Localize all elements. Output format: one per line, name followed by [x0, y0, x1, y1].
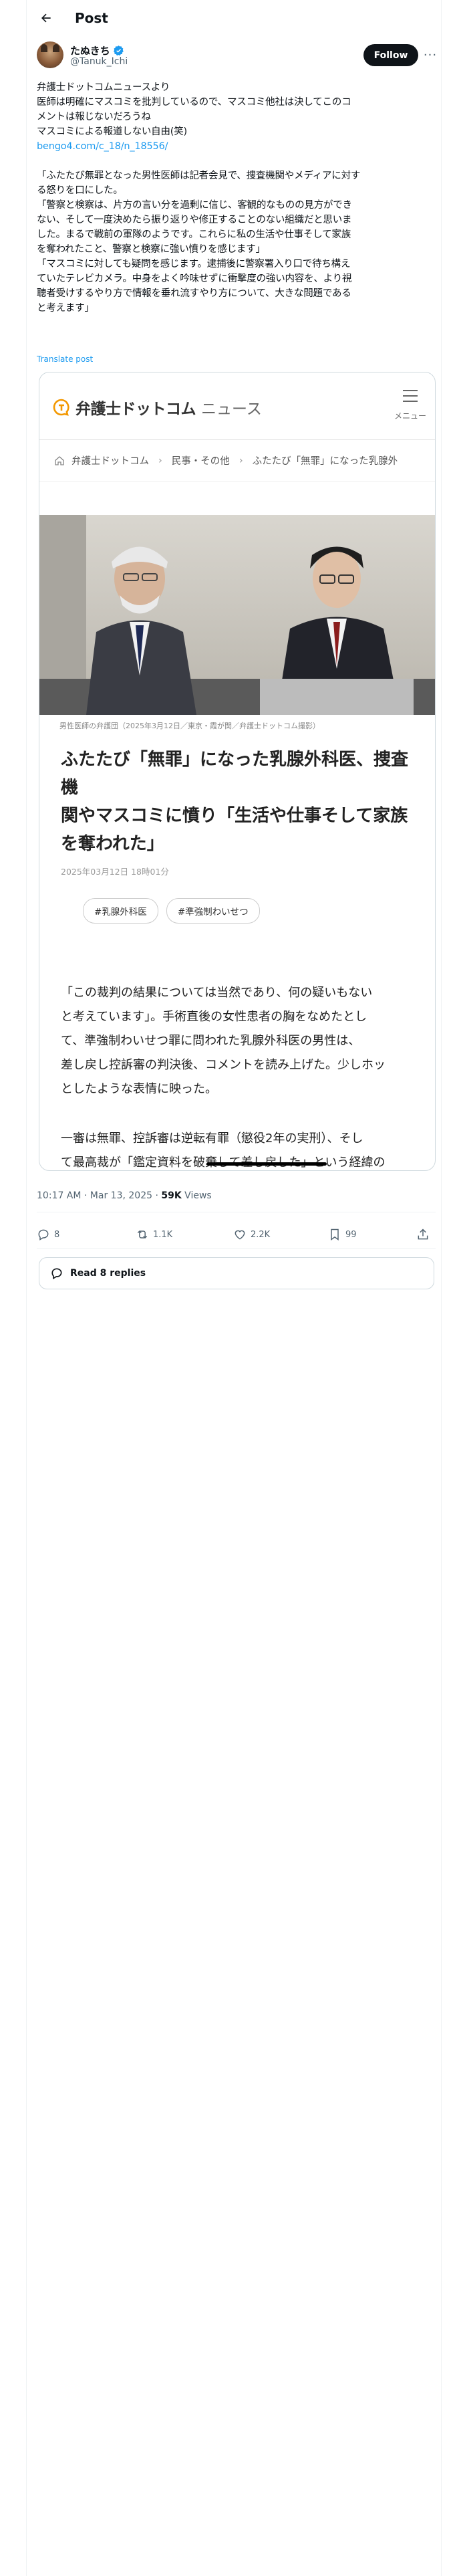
logo-text-news: ニュース — [201, 401, 262, 418]
like-button[interactable]: 2.2K — [233, 1222, 270, 1247]
article-title: ふたたび「無罪」になった乳腺外科医、捜査機 関やマスコミに憤り「生活や仕事そして… — [61, 746, 422, 858]
home-icon — [55, 455, 64, 465]
arrow-left-icon — [41, 13, 51, 22]
tweet-link[interactable]: bengo4.com/c_18/n_18556/ — [37, 139, 438, 154]
tag-chip: #準強制わいせつ — [166, 898, 260, 924]
bookmark-icon — [331, 1228, 339, 1241]
author-name[interactable]: たぬきち — [70, 43, 110, 58]
site-logo: 弁護士ドットコム ニュース — [53, 396, 262, 419]
article-tags: #乳腺外科医 #準強制わいせつ — [83, 898, 260, 924]
reply-count: 8 — [54, 1229, 60, 1240]
read-replies-button[interactable]: Read 8 replies — [39, 1257, 434, 1289]
tag-chip: #乳腺外科医 — [83, 898, 158, 924]
tweet-line: 「警察と検察は、片方の言い分を過剰に信じ、客観的なものの見方ができ — [37, 200, 352, 211]
column-border-left — [26, 0, 27, 2576]
author-name-group[interactable]: たぬきち — [70, 43, 124, 58]
article-paragraph: 「この裁判の結果については当然であり、何の疑いもない と考えています」。手術直後… — [61, 981, 425, 1101]
follow-button[interactable]: Follow — [363, 44, 418, 66]
chevron-right-icon: › — [239, 455, 243, 466]
views-count: 59K — [161, 1190, 182, 1201]
tweet-text: 弁護士ドットコムニュースより 医師は明確にマスコミを批判しているので、マスコミ他… — [37, 80, 438, 316]
chevron-right-icon: › — [158, 455, 162, 466]
top-bar: Post — [27, 0, 441, 35]
article-title-line: 関やマスコミに憤り「生活や仕事そして家族 — [61, 806, 408, 826]
action-bar: 8 1.1K 2.2K 99 — [37, 1222, 436, 1247]
repost-icon — [137, 1230, 148, 1239]
comment-icon — [51, 1268, 62, 1279]
page-title: Post — [75, 9, 108, 26]
bookmark-count: 99 — [345, 1229, 357, 1240]
reply-icon — [38, 1229, 49, 1241]
post-meta: 10:17 AM · Mar 13, 2025 · 59K Views — [37, 1190, 212, 1201]
share-icon — [418, 1228, 428, 1240]
views-label: Views — [184, 1190, 212, 1201]
translate-post-link[interactable]: Translate post — [37, 354, 93, 364]
divider — [37, 1248, 436, 1249]
tweet-line: マスコミによる報道しない自由(笑) — [37, 126, 187, 137]
paragraph-line: 差し戻し控訴審の判決後、コメントを読み上げた。少しホッ — [61, 1058, 386, 1072]
home-indicator — [206, 1162, 327, 1166]
site-menu-button: メニュー — [394, 386, 427, 427]
more-options-button[interactable]: ··· — [421, 45, 440, 64]
tweet-line: と考えます」 — [37, 303, 94, 314]
article-title-line: ふたたび「無罪」になった乳腺外科医、捜査機 — [61, 750, 409, 798]
tweet-line: 「マスコミに対しても疑問を感じます。逮捕後に警察署入り口で待ち構え — [37, 259, 351, 270]
site-header: 弁護士ドットコム ニュース メニュー — [39, 372, 435, 440]
repost-count: 1.1K — [153, 1229, 173, 1240]
post-time[interactable]: 10:17 AM · Mar 13, 2025 — [37, 1190, 152, 1201]
hamburger-icon — [403, 390, 418, 402]
tweet-line: 弁護士ドットコムニュースより — [37, 82, 170, 93]
post-page: Post たぬきち @Tanuk_Ichi Follow ··· 弁護士ドットコ… — [0, 0, 451, 2576]
tweet-line: した。まるで戦前の軍隊のようです。これらに私の生活や仕事そして家族 — [37, 229, 351, 240]
paragraph-line: 一審は無罪、控訴審は逆転有罪（懲役2年の実刑）、そし — [61, 1132, 363, 1146]
share-button[interactable] — [416, 1222, 430, 1247]
verified-badge-icon — [113, 45, 124, 56]
article-date: 2025年03月12日 18時01分 — [61, 867, 169, 877]
repost-button[interactable]: 1.1K — [136, 1222, 172, 1247]
paragraph-line: て、準強制わいせつ罪に問われた乳腺外科医の男性は、 — [61, 1034, 361, 1048]
paragraph-line: て最高裁が「鑑定資料を破棄して差し戻した」という経緯の — [61, 1151, 425, 1170]
breadcrumb: 弁護士ドットコム › 民事・その他 › ふたたび「無罪」になった乳腺外 — [39, 440, 435, 481]
photo-caption: 男性医師の弁護団（2025年3月12日／東京・霞が関／弁護士ドットコム撮影） — [59, 722, 320, 730]
embedded-article-image[interactable]: 弁護士ドットコム ニュース メニュー 弁護士ドットコム › 民事・その他 › ふ… — [39, 372, 436, 1171]
breadcrumb-item: 弁護士ドットコム — [71, 456, 149, 467]
tweet-line: 「ふたたび無罪となった男性医師は記者会見で、捜査機関やメディアに対す — [37, 171, 361, 181]
reply-button[interactable]: 8 — [37, 1222, 59, 1247]
paragraph-line: 「この裁判の結果については当然であり、何の疑いもない — [61, 986, 373, 1000]
heart-icon — [235, 1230, 245, 1240]
breadcrumb-item: 民事・その他 — [171, 456, 230, 467]
paragraph-line: と考えています」。手術直後の女性患者の胸をなめたとし — [61, 1010, 367, 1024]
tweet-line: ていたテレビカメラ。中身をよく吟味せずに衝撃度の強い内容を、より視 — [37, 274, 352, 284]
press-conference-photo — [39, 515, 435, 715]
avatar-ear-left — [41, 44, 47, 52]
tweet-line: 聴者受けするやり方で情報を垂れ流すやり方について、大きな問題である — [37, 288, 351, 299]
breadcrumb-item: ふたたび「無罪」になった乳腺外 — [252, 456, 398, 467]
avatar[interactable] — [37, 41, 63, 68]
menu-label: メニュー — [394, 411, 426, 421]
read-replies-label: Read 8 replies — [70, 1268, 146, 1279]
like-count: 2.2K — [251, 1229, 271, 1240]
author-handle[interactable]: @Tanuk_Ichi — [70, 56, 128, 67]
tweet-line: 医師は明確にマスコミを批判しているので、マスコミ他社は決してこのコ — [37, 97, 351, 108]
logo-text: 弁護士ドットコム — [76, 401, 196, 418]
article-title-line: を奪われた」 — [61, 834, 164, 854]
column-border-right — [441, 0, 442, 2576]
bookmark-button[interactable]: 99 — [328, 1222, 357, 1247]
paragraph-line: としたような表情に映った。 — [61, 1082, 217, 1096]
speech-bubble-logo-icon — [53, 399, 69, 416]
tweet-line: メントは報じないだろうね — [37, 112, 151, 122]
author-row: たぬきち @Tanuk_Ichi Follow ··· — [37, 41, 436, 71]
tweet-line: を奪われたこと、警察と検察に強い憤りを感じます」 — [37, 244, 265, 255]
tweet-line: る怒りを口にした。 — [37, 185, 123, 196]
tweet-line: ない、そして一度決めたら振り返りや修正することのない組織だと思いま — [37, 215, 352, 225]
photo-illustration — [39, 515, 435, 715]
avatar-ear-right — [53, 44, 59, 52]
back-button[interactable] — [35, 7, 57, 29]
